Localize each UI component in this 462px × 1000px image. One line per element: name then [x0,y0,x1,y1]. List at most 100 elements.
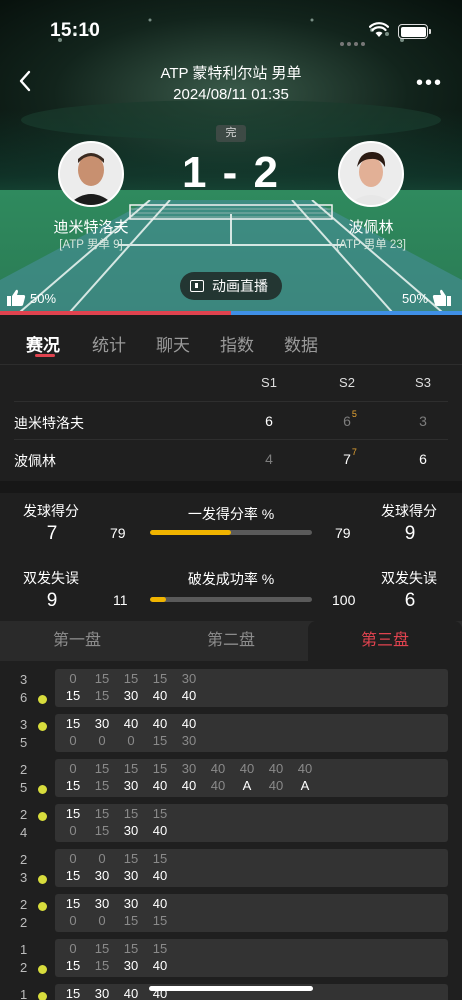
point-score: 40 [123,986,139,1000]
battery-icon [398,24,431,39]
set-cell: 3 [419,413,427,429]
point-score: 15 [65,896,81,911]
game-score-bottom: 3 [20,870,28,885]
tab-set-2[interactable]: 第二盘 [154,621,308,661]
point-score: 15 [65,688,81,703]
set-row-player-right: 波佩林 4 77 6 [14,439,448,477]
game-score-bottom: 2 [20,960,28,975]
stat-bar [150,530,312,535]
point-score: 15 [152,941,168,956]
tab-set-3[interactable]: 第三盘 [308,621,462,661]
stat-value-right: 6 [404,590,416,611]
status-bar: 15:10 [0,0,462,60]
point-score: 15 [65,958,81,973]
set-cell: 65 [343,409,357,429]
wifi-icon [369,22,389,37]
player-left-avatar[interactable] [58,141,124,207]
stat-num-left: 11 [113,592,128,608]
point-score: 40 [152,868,168,883]
game-score-bottom: 4 [20,825,28,840]
tennis-ball-icon [38,992,47,1000]
set-cell: 6 [265,413,273,429]
point-score: 30 [94,986,110,1000]
point-score: 40 [181,688,197,703]
main-tabs: 赛况 统计 聊天 指数 数据 [0,315,462,365]
point-score: 15 [152,671,168,686]
player-right-rank: [ATP 男单 23] [336,239,406,251]
player-right-name[interactable]: 波佩林 [311,216,431,237]
game-row: 2 5 0 15 15 15 30 40 40 40 40 15 15 30 40 40 40 A 40 A [0,759,462,799]
thumbs-up-icon [7,289,26,306]
game-points-box: 0 15 15 15 30 15 15 30 40 40 [55,669,448,707]
tab-live[interactable]: 赛况 [26,331,60,356]
game-points-box: 0 15 15 15 15 15 30 40 [55,939,448,977]
set-cell: 77 [343,447,357,467]
divider [0,364,462,365]
tiebreak-score: 7 [351,447,357,457]
tab-stats[interactable]: 统计 [92,331,126,356]
tab-data[interactable]: 数据 [284,331,318,356]
point-score: 40 [297,761,313,776]
stat-bar-fill [150,597,167,602]
game-score-bottom: 6 [20,690,28,705]
tennis-ball-icon [38,965,47,974]
game-row: 3 6 0 15 15 15 30 15 15 30 40 40 [0,669,462,709]
game-row: 3 5 15 30 40 40 40 0 0 0 15 30 [0,714,462,754]
player-left-name[interactable]: 迪米特洛夫 [31,216,151,237]
point-score: 30 [181,671,197,686]
point-score: A [242,778,252,793]
game-score-top: 2 [20,897,28,912]
point-score: 15 [123,761,139,776]
stat-bar [150,597,312,602]
like-left-percent: 50% [30,290,57,306]
point-score: 15 [65,716,81,731]
point-score: 15 [94,688,110,703]
tab-chat[interactable]: 聊天 [156,331,190,356]
point-score: 40 [268,761,284,776]
point-score: 40 [152,716,168,731]
like-right[interactable]: 50% [402,289,452,307]
point-score: 30 [123,868,139,883]
home-indicator [149,986,313,991]
match-status-badge: 完 [216,125,246,142]
point-score: 40 [152,958,168,973]
animation-live-button[interactable]: 动画直播 [180,272,282,300]
thumbs-up-icon [432,289,452,306]
point-score: 0 [69,851,77,866]
point-score: 0 [127,733,135,748]
point-score: 15 [65,778,81,793]
tiebreak-score: 5 [351,409,357,419]
tennis-ball-icon [38,902,47,911]
set-cell: 6 [419,451,427,467]
point-score: 40 [123,716,139,731]
point-score: 15 [123,913,139,928]
point-score: 15 [94,941,110,956]
game-score-top: 1 [20,987,28,1000]
point-score: 40 [268,778,284,793]
point-score: 0 [69,733,77,748]
tennis-ball-icon [38,695,47,704]
game-score-top: 2 [20,852,28,867]
point-score: 40 [152,778,168,793]
player-right-avatar[interactable] [338,141,404,207]
game-row: 2 4 15 15 15 15 0 15 30 40 [0,804,462,844]
point-score: 0 [69,941,77,956]
set-header: S2 [339,375,355,390]
tab-odds[interactable]: 指数 [220,331,254,356]
point-score: 40 [239,761,255,776]
like-left[interactable]: 50% [6,289,56,307]
point-score: 15 [94,778,110,793]
stat-label: 双发失误 [381,570,437,586]
point-score: 15 [94,761,110,776]
like-right-percent: 50% [402,290,429,306]
game-score-bottom: 2 [20,915,28,930]
tab-set-1[interactable]: 第一盘 [0,621,154,661]
match-datetime: 2024/08/11 01:35 [173,86,289,103]
clock: 15:10 [50,20,101,41]
point-score: 40 [152,823,168,838]
point-score: 15 [123,851,139,866]
point-score: 0 [69,823,77,838]
game-score-top: 3 [20,717,28,732]
point-score: 15 [152,851,168,866]
point-score: 30 [123,958,139,973]
